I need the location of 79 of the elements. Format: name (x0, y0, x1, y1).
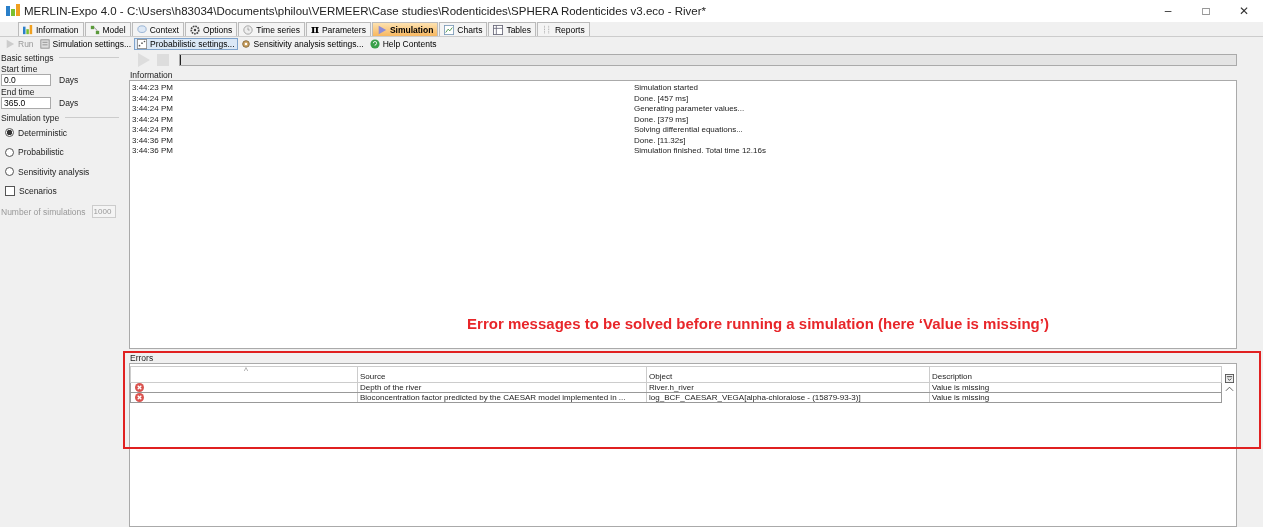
chart-icon (444, 24, 455, 35)
log-time: 3:44:36 PM (131, 146, 174, 157)
radio-button[interactable] (5, 167, 14, 177)
log-time: 3:44:23 PM (131, 83, 174, 94)
toolbar-button[interactable]: Probabilistic settings... (134, 37, 238, 50)
log-time: 3:44:24 PM (131, 93, 174, 104)
table-cell: Value is missing (929, 383, 1221, 392)
column-menu-icon[interactable] (1224, 374, 1234, 383)
toolbar-button[interactable]: Help Contents (366, 37, 440, 50)
minimize-button[interactable]: – (1149, 0, 1187, 22)
tab[interactable]: π Parameters (305, 22, 371, 36)
log-message: Done. [11.32s] (634, 135, 686, 146)
tab[interactable]: Information (18, 22, 84, 36)
column-header[interactable]: Description (929, 367, 1221, 382)
table-cell: Value is missing (929, 393, 1221, 402)
maximize-button[interactable]: □ (1187, 0, 1225, 22)
app-logo-icon (6, 4, 20, 18)
log-message: Done. [379 ms] (634, 114, 689, 125)
input-field[interactable]: 365.0 (1, 97, 51, 109)
clock-icon (243, 24, 254, 35)
speech-bubble-icon (136, 24, 147, 35)
unit-label: Days (59, 75, 79, 85)
group-label: Simulation type (1, 112, 60, 123)
table-cell: Bioconcentration factor predicted by the CAESAR model implemented in ... (357, 393, 646, 402)
scatter-plot-icon (137, 38, 148, 49)
option-label: Sensitivity analysis (18, 166, 90, 177)
tab[interactable]: Model (84, 22, 131, 36)
unit-label: Days (59, 98, 79, 108)
log-message: Generating parameter values... (634, 104, 745, 115)
column-header[interactable]: Object (646, 367, 929, 382)
tab[interactable]: Charts (439, 22, 488, 36)
toolbar-button[interactable]: Simulation settings... (36, 37, 135, 50)
annotation-text: Error messages to be solved before running a simulation (here ‘Value is missing’) (466, 315, 1050, 332)
tab[interactable]: Tables (488, 22, 536, 36)
nodes-icon (89, 24, 100, 35)
error-icon (135, 393, 144, 402)
option-label: Probabilistic (18, 147, 64, 158)
option-label: Deterministic (18, 127, 68, 138)
group-label: Basic settings (1, 52, 54, 63)
column-header[interactable]: Source (357, 367, 646, 382)
close-button[interactable]: ✕ (1225, 0, 1263, 22)
log-message: Solving differential equations... (634, 125, 743, 136)
play-icon (376, 24, 387, 35)
tab[interactable]: Time series (238, 22, 305, 36)
field-label: Start time (1, 64, 39, 74)
log-time: 3:44:24 PM (131, 114, 174, 125)
table-cell: Depth of the river (357, 383, 646, 392)
window-title: MERLIN-Expo 4.0 - C:\Users\h83034\Documents\philou\VERMEER\Case studies\Rodenticides\SPHERA Rodenticides v3.eco - River* (24, 5, 707, 17)
help-icon (369, 38, 380, 49)
scroll-up-icon[interactable] (1224, 386, 1234, 392)
logo-icon (23, 24, 33, 35)
log-time: 3:44:24 PM (131, 104, 174, 115)
field-label: Number of simulations (1, 206, 86, 217)
section-title: Errors (129, 353, 155, 363)
table-cell: River.h_river (646, 383, 929, 392)
play-icon (5, 38, 15, 49)
log-message: Simulation finished. Total time 12.16s (634, 146, 766, 157)
table-cell: log_BCF_CAESAR_VEGA[alpha-chloralose - (15879-93-3)] (646, 393, 929, 402)
tab[interactable]: Reports (536, 22, 590, 36)
log-time: 3:44:24 PM (131, 125, 174, 136)
tab[interactable]: Simulation (371, 22, 439, 36)
toolbar-button[interactable]: Sensitivity analysis settings... (237, 37, 367, 50)
table-icon (493, 24, 504, 35)
dotted-lines-icon (541, 24, 552, 35)
tab[interactable]: Options (185, 22, 238, 36)
gear-icon (190, 24, 200, 35)
gear-icon (240, 38, 251, 49)
log-time: 3:44:36 PM (131, 135, 174, 146)
document-icon (39, 38, 50, 49)
radio-button[interactable] (5, 147, 14, 157)
log-message: Done. [457 ms] (634, 93, 689, 104)
option-label: Scenarios (19, 186, 57, 197)
field-label: End time (1, 87, 36, 97)
tab[interactable]: Context (131, 22, 184, 36)
radio-button[interactable] (5, 128, 14, 138)
input-field[interactable]: 0.0 (1, 74, 51, 86)
section-title: Information (129, 70, 174, 80)
log-message: Simulation started (634, 83, 699, 94)
checkbox[interactable] (5, 186, 15, 197)
